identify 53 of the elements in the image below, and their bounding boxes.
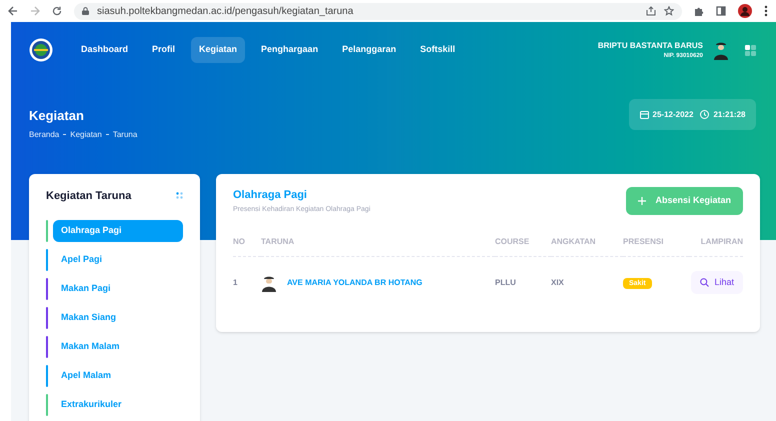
nav-tab[interactable]: Kegiatan bbox=[191, 37, 246, 63]
kebab-menu-icon[interactable] bbox=[764, 5, 768, 17]
nav-tab[interactable]: Dashboard bbox=[73, 37, 136, 63]
sidebar-title: Kegiatan Taruna bbox=[46, 188, 132, 204]
nav-tab[interactable]: Profil bbox=[144, 37, 184, 63]
time-text: 21:21:28 bbox=[713, 108, 746, 120]
activity-item[interactable]: Makan Pagi bbox=[53, 278, 183, 300]
column-header: TARUNA bbox=[261, 237, 294, 246]
nav-tab[interactable]: Softskill bbox=[412, 37, 464, 63]
plus-icon bbox=[638, 196, 646, 204]
dots-icon[interactable] bbox=[176, 192, 183, 200]
cadet-name-link[interactable]: AVE MARIA YOLANDA BR HOTANG bbox=[287, 276, 422, 289]
clock-icon bbox=[700, 110, 710, 119]
view-button[interactable]: Lihat bbox=[691, 271, 743, 294]
activity-item[interactable]: Makan Malam bbox=[53, 336, 183, 358]
person-icon[interactable] bbox=[713, 40, 729, 60]
page-title: Kegiatan bbox=[29, 107, 85, 125]
column-header: COURSE bbox=[495, 237, 530, 246]
nav-tab[interactable]: Pelanggaran bbox=[334, 37, 404, 63]
back-icon[interactable] bbox=[8, 6, 18, 16]
add-attendance-button[interactable]: Absensi Kegiatan bbox=[626, 186, 743, 214]
grid-icon[interactable] bbox=[745, 44, 756, 56]
column-header: PRESENSI bbox=[623, 237, 664, 246]
column-header: LAMPIRAN bbox=[700, 237, 743, 246]
share-icon[interactable] bbox=[646, 6, 656, 16]
address-bar[interactable]: siasuh.poltekbangmedan.ac.id/pengasuh/kegiatan_taruna bbox=[74, 2, 682, 20]
lock-icon bbox=[82, 7, 89, 15]
user-name: BRIPTU BASTANTA BARUS bbox=[598, 40, 703, 52]
table-cell: XIX bbox=[551, 278, 564, 287]
card-title: Olahraga Pagi bbox=[233, 188, 308, 202]
date-text: 25-12-2022 bbox=[652, 108, 694, 120]
url-text: siasuh.poltekbangmedan.ac.id/pengasuh/kegiatan_taruna bbox=[97, 4, 354, 18]
logo-icon bbox=[29, 38, 53, 62]
activity-item[interactable]: Olahraga Pagi bbox=[53, 220, 183, 242]
activity-item[interactable]: Makan Siang bbox=[53, 307, 183, 329]
activity-item[interactable]: Apel Pagi bbox=[53, 249, 183, 271]
column-header: NO bbox=[233, 237, 245, 246]
column-header: ANGKATAN bbox=[551, 237, 596, 246]
search-icon bbox=[700, 278, 710, 288]
profile-avatar-icon[interactable] bbox=[738, 4, 752, 18]
activity-item[interactable]: Apel Malam bbox=[53, 365, 183, 387]
breadcrumb-link[interactable]: Kegiatan bbox=[70, 128, 102, 140]
sidebar-icon[interactable] bbox=[716, 6, 726, 16]
nav-tab[interactable]: Penghargaan bbox=[253, 37, 326, 63]
reload-icon[interactable] bbox=[52, 6, 62, 16]
table-cell: 1 bbox=[233, 278, 238, 287]
calendar-icon bbox=[640, 110, 649, 119]
table-cell: PLLU bbox=[495, 278, 516, 287]
star-icon[interactable] bbox=[664, 6, 674, 16]
activity-item[interactable]: Extrakurikuler bbox=[53, 394, 183, 416]
breadcrumb-link[interactable]: Taruna bbox=[112, 128, 138, 140]
breadcrumb-link[interactable]: Beranda bbox=[29, 128, 60, 140]
puzzle-icon[interactable] bbox=[694, 6, 704, 16]
